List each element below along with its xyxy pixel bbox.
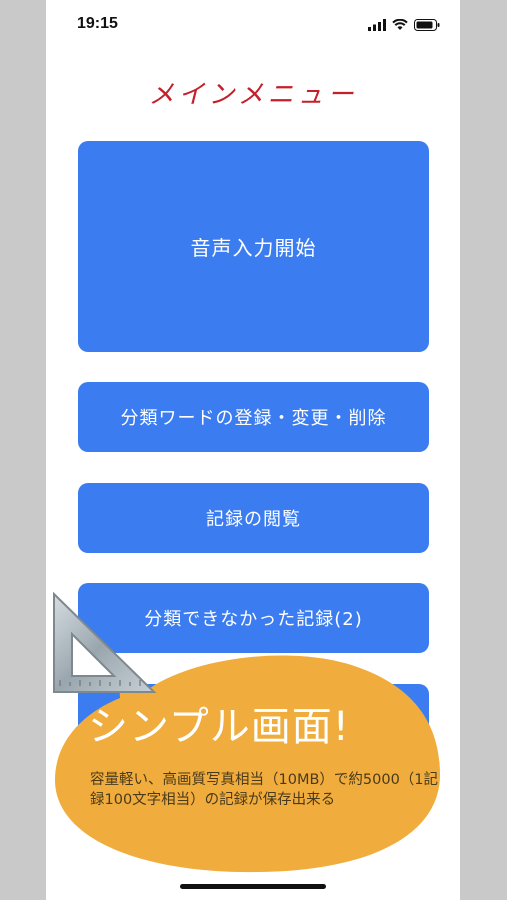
classification-words-button[interactable]: 分類ワードの登録・変更・削除 <box>78 382 429 452</box>
promo-description: 容量軽い、高画質写真相当（10MB）で約5000（1記録100文字相当）の記録が… <box>90 772 439 808</box>
view-records-button[interactable]: 記録の閲覧 <box>78 483 429 553</box>
promo-title: シンプル画面! <box>88 704 350 750</box>
wifi-icon <box>392 19 408 30</box>
status-bar: 19:15 <box>46 0 460 52</box>
battery-icon <box>414 19 440 31</box>
status-icons <box>368 18 440 32</box>
page-title: メインメニュー <box>148 80 358 110</box>
cellular-signal-icon <box>368 19 386 31</box>
triangle-ruler-icon <box>53 591 157 693</box>
start-voice-input-button[interactable]: 音声入力開始 <box>78 141 429 352</box>
phone-screen: 19:15 メインメニュー 音声入力開始 分類ワードの登録・変更・削除 記録の閲… <box>46 0 460 900</box>
home-indicator <box>180 884 326 889</box>
status-time: 19:15 <box>77 15 118 32</box>
